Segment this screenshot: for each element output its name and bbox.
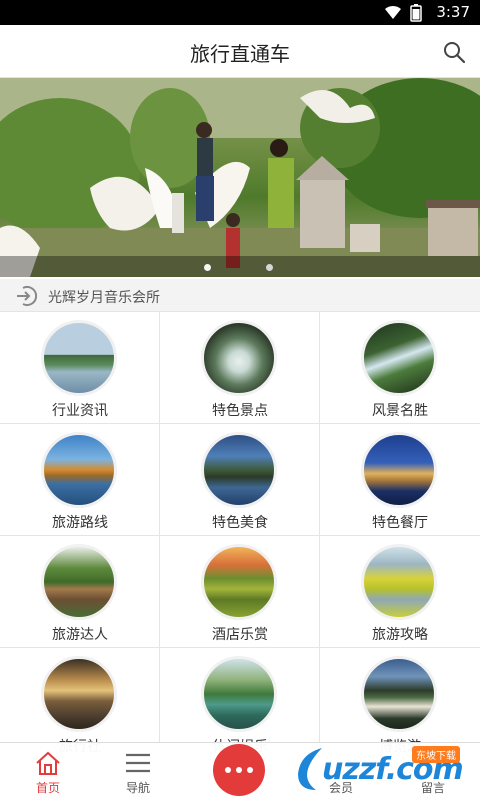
grid-item-travel-routes[interactable]: 旅游路线 <box>0 424 160 536</box>
grid-item-industry-news[interactable]: 行业资讯 <box>0 312 160 424</box>
search-icon[interactable] <box>442 40 466 64</box>
more-dot-icon <box>247 767 253 773</box>
login-arrow-icon <box>17 286 38 306</box>
grid-item-hotel-picks[interactable]: 酒店乐赏 <box>160 536 320 648</box>
grid-label: 特色景点 <box>212 403 268 419</box>
river-flowers-icon <box>361 544 437 620</box>
watermark-badge: 东坡下载 <box>412 746 460 763</box>
tab-nav[interactable]: 导航 <box>90 743 186 801</box>
grid-label: 旅游攻略 <box>372 627 428 643</box>
grid-item-featured-food[interactable]: 特色美食 <box>160 424 320 536</box>
wifi-icon <box>385 5 401 19</box>
grid-label: 旅游路线 <box>52 515 108 531</box>
tab-nav-label: 导航 <box>125 781 150 795</box>
watermark-logo: uzzf.com 东坡下载 <box>290 740 480 796</box>
more-button[interactable] <box>213 744 265 796</box>
notice-bar[interactable]: 光辉岁月音乐会所 <box>0 279 480 312</box>
notice-text: 光辉岁月音乐会所 <box>48 290 160 306</box>
grid-item-featured-restaurants[interactable]: 特色餐厅 <box>320 424 480 536</box>
pagoda-lake-icon <box>201 432 277 508</box>
carousel-dot-2[interactable] <box>266 264 273 271</box>
home-icon <box>36 751 60 775</box>
castle-night-icon <box>361 432 437 508</box>
more-dot-icon <box>225 767 231 773</box>
grid-label: 酒店乐赏 <box>212 627 268 643</box>
lake-pier-icon <box>41 320 117 396</box>
green-river-icon <box>201 656 277 732</box>
grid-label: 特色美食 <box>212 515 268 531</box>
terraced-fields-icon <box>201 544 277 620</box>
grid-item-travel-experts[interactable]: 旅游达人 <box>0 536 160 648</box>
forest-path-icon <box>361 320 437 396</box>
status-time: 3:37 <box>436 3 470 21</box>
category-grid: 行业资讯 特色景点 风景名胜 旅游路线 特色美食 特色餐厅 旅游达人 酒店乐赏 … <box>0 312 480 760</box>
more-dot-icon <box>236 767 242 773</box>
grid-label: 行业资讯 <box>52 403 108 419</box>
battery-icon <box>410 4 422 22</box>
app-header: 旅行直通车 <box>0 25 480 78</box>
grid-item-scenic-spots[interactable]: 风景名胜 <box>320 312 480 424</box>
sunset-lake-icon <box>41 656 117 732</box>
menu-icon <box>126 753 150 773</box>
grid-item-travel-guides[interactable]: 旅游攻略 <box>320 536 480 648</box>
grid-label: 特色餐厅 <box>372 515 428 531</box>
camping-tent-icon <box>41 544 117 620</box>
status-bar: 3:37 <box>0 0 480 25</box>
carousel-dot-1[interactable] <box>204 264 211 271</box>
mountain-river-icon <box>361 656 437 732</box>
grid-label: 风景名胜 <box>372 403 428 419</box>
tab-home[interactable]: 首页 <box>0 743 96 801</box>
grid-label: 旅游达人 <box>52 627 108 643</box>
grid-item-featured-sights[interactable]: 特色景点 <box>160 312 320 424</box>
banner-carousel[interactable] <box>0 78 480 277</box>
page-title: 旅行直通车 <box>190 42 290 66</box>
tab-home-label: 首页 <box>35 781 60 795</box>
banner-photo <box>0 78 480 277</box>
autumn-lake-icon <box>41 432 117 508</box>
waterfall-rocks-icon <box>201 320 277 396</box>
